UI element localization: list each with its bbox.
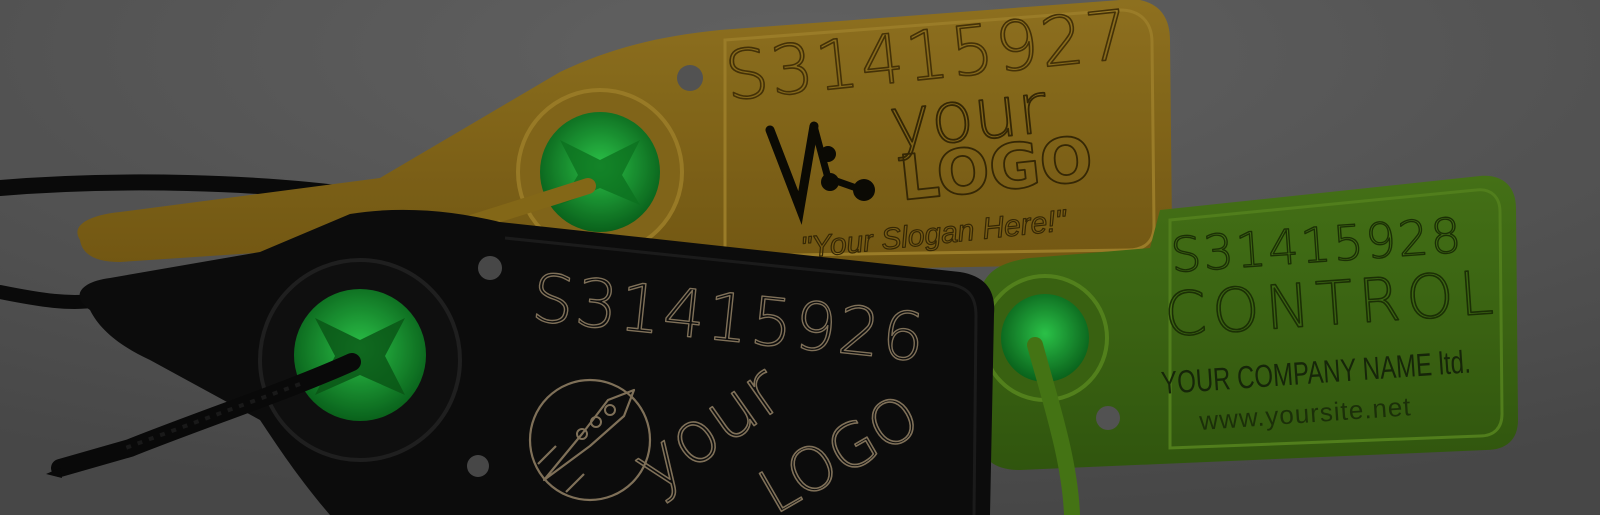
yellow-tag-hole xyxy=(677,65,703,91)
product-photo-security-seals: S31415927 your LOGO "Your Slogan Here!" … xyxy=(0,0,1600,515)
black-tag-hole-top xyxy=(478,256,502,280)
seal-tags-illustration: S31415927 your LOGO "Your Slogan Here!" … xyxy=(0,0,1600,515)
green-tag-hole xyxy=(1096,406,1120,430)
black-tag-hole-bottom xyxy=(467,455,489,477)
